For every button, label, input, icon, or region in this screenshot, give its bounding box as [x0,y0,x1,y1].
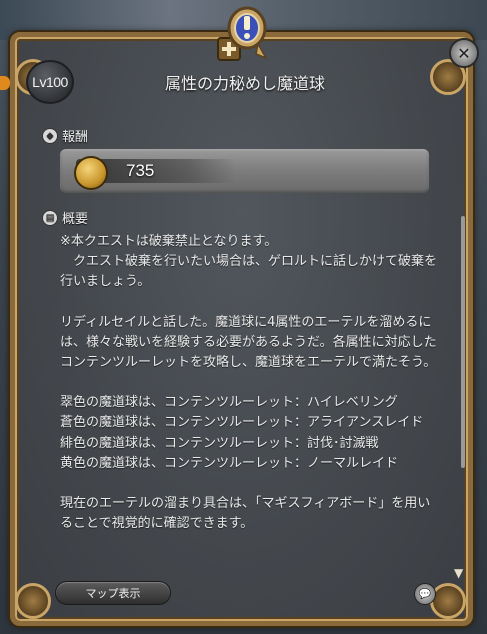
description-paragraph: 翠色の魔道球は、コンテンツルーレット：ハイレベリング 蒼色の魔道球は、コンテンツ… [60,395,424,471]
summary-header-label: 概要 [62,212,89,227]
close-icon: ✕ [457,43,471,63]
level-marker [0,76,10,90]
reward-header-label: 報酬 [62,130,89,145]
description-paragraph: ※本クエストは破棄禁止となります。 クエスト破棄を行いたい場合は、ゲロルトに話し… [60,234,438,290]
map-display-button[interactable]: マップ表示 [55,581,171,605]
chat-bubble-button[interactable]: 💬 [414,583,436,605]
frame-ornament-bottom-right [430,583,466,619]
level-badge: Lv100 [26,60,74,104]
quest-description: ※本クエストは破棄禁止となります。 クエスト破棄を行いたい場合は、ゲロルトに話し… [60,232,440,534]
expand-arrow-icon[interactable]: ▼ [454,566,470,586]
quest-title: 属性の力秘めし魔道球 [164,74,325,93]
frame-ornament-bottom-left [15,583,51,619]
game-screen: Lv100 属性の力秘めし魔道球 ✕ ◆ 報酬 735 ▤ 概要 ※本クエストは… [0,0,487,634]
reward-header: ◆ 報酬 [42,126,88,145]
description-paragraph: 現在のエーテルの溜まり具合は、「マギスフィアボード」を用いることで視覚的に確認で… [60,496,431,532]
book-icon: ▤ [42,209,58,226]
close-button[interactable]: ✕ [449,38,479,68]
description-scrollbar[interactable] [461,216,465,468]
reward-icon: ◆ [42,127,58,144]
reward-panel: 735 [60,149,429,193]
gil-coin-icon[interactable] [74,156,108,190]
speech-bubble-icon: 💬 [418,588,432,600]
gil-amount: 735 [126,161,155,180]
summary-header: ▤ 概要 [42,208,88,227]
description-paragraph: リディルセイルと話した。魔道球に4属性のエーテルを溜めるには、様々な戦いを経験す… [60,314,437,371]
quest-emblem-icon [217,6,268,61]
